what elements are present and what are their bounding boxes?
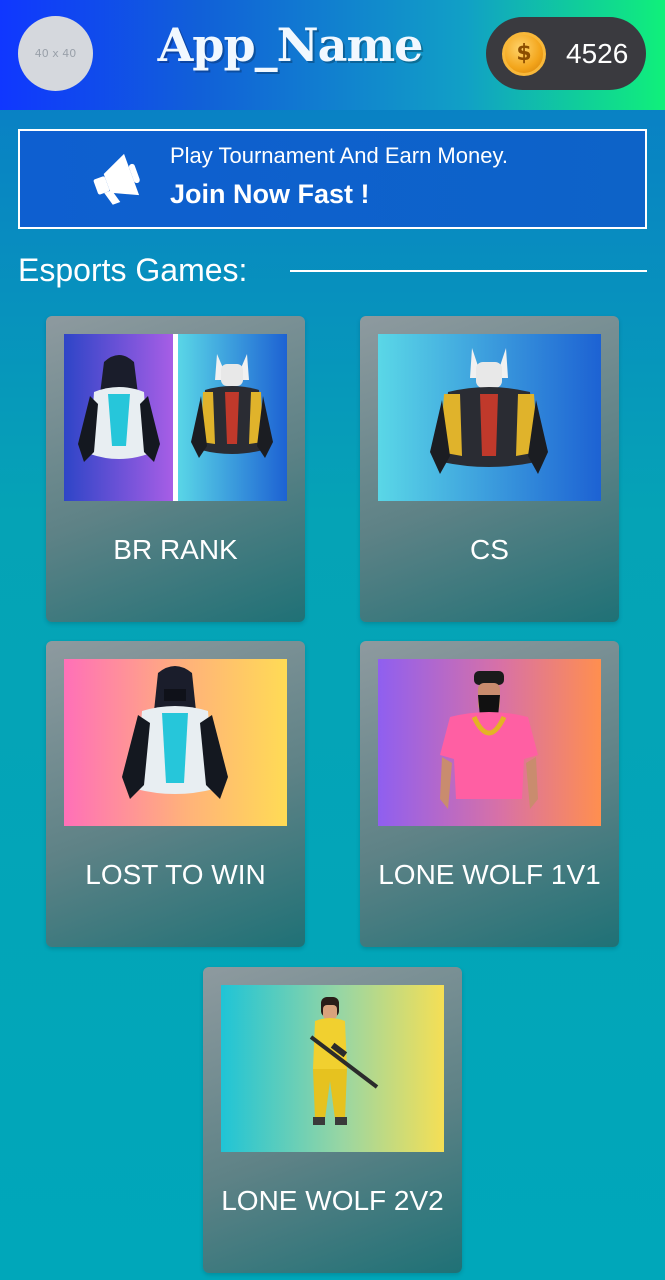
- game-image-lost-to-win: [64, 659, 287, 826]
- game-label: LONE WOLF 2V2: [221, 1185, 444, 1216]
- game-image-lone-wolf-2v2: [221, 985, 444, 1152]
- coin-balance: 4526: [566, 37, 629, 69]
- app-title: App_Name: [157, 18, 424, 72]
- banner-cta[interactable]: Join Now Fast !: [170, 179, 370, 210]
- game-card-lone-wolf-2v2[interactable]: LONE WOLF 2V2: [203, 967, 462, 1273]
- masked-character-icon: [191, 354, 273, 458]
- pink-shirt-character-icon: [440, 671, 538, 809]
- image-left-panel: [64, 334, 174, 501]
- megaphone-icon: [93, 153, 140, 205]
- masked-character-icon: [430, 348, 548, 474]
- image-right-panel: [177, 334, 287, 501]
- hooded-character-icon: [78, 355, 160, 462]
- sniper-character-icon: [309, 997, 379, 1125]
- app-header: 40 x 40 App_Name $ 4526: [0, 0, 665, 110]
- game-label: CS: [470, 534, 509, 565]
- game-image-cs: [378, 334, 601, 501]
- hooded-character-icon: [122, 666, 228, 799]
- avatar-placeholder-text: 40 x 40: [34, 47, 77, 60]
- section-divider: [290, 270, 647, 272]
- coin-balance-pill[interactable]: $ 4526: [486, 17, 646, 90]
- game-card-lone-wolf-1v1[interactable]: LONE WOLF 1V1: [360, 641, 619, 947]
- game-label: BR RANK: [113, 534, 238, 565]
- game-label: LONE WOLF 1V1: [378, 859, 601, 890]
- game-image-lone-wolf-1v1: [378, 659, 601, 826]
- game-image-br-rank: [64, 334, 287, 501]
- coin-icon: $: [502, 31, 546, 76]
- avatar[interactable]: 40 x 40: [18, 16, 93, 91]
- promo-banner[interactable]: Play Tournament And Earn Money. Join Now…: [18, 129, 647, 229]
- section-title: Esports Games:: [18, 252, 248, 288]
- game-card-cs[interactable]: CS: [360, 316, 619, 622]
- image-divider: [173, 334, 178, 501]
- game-card-br-rank[interactable]: BR RANK: [46, 316, 305, 622]
- banner-subtitle: Play Tournament And Earn Money.: [170, 143, 508, 168]
- game-label: LOST TO WIN: [85, 859, 266, 890]
- game-card-lost-to-win[interactable]: LOST TO WIN: [46, 641, 305, 947]
- coin-symbol: $: [516, 41, 532, 66]
